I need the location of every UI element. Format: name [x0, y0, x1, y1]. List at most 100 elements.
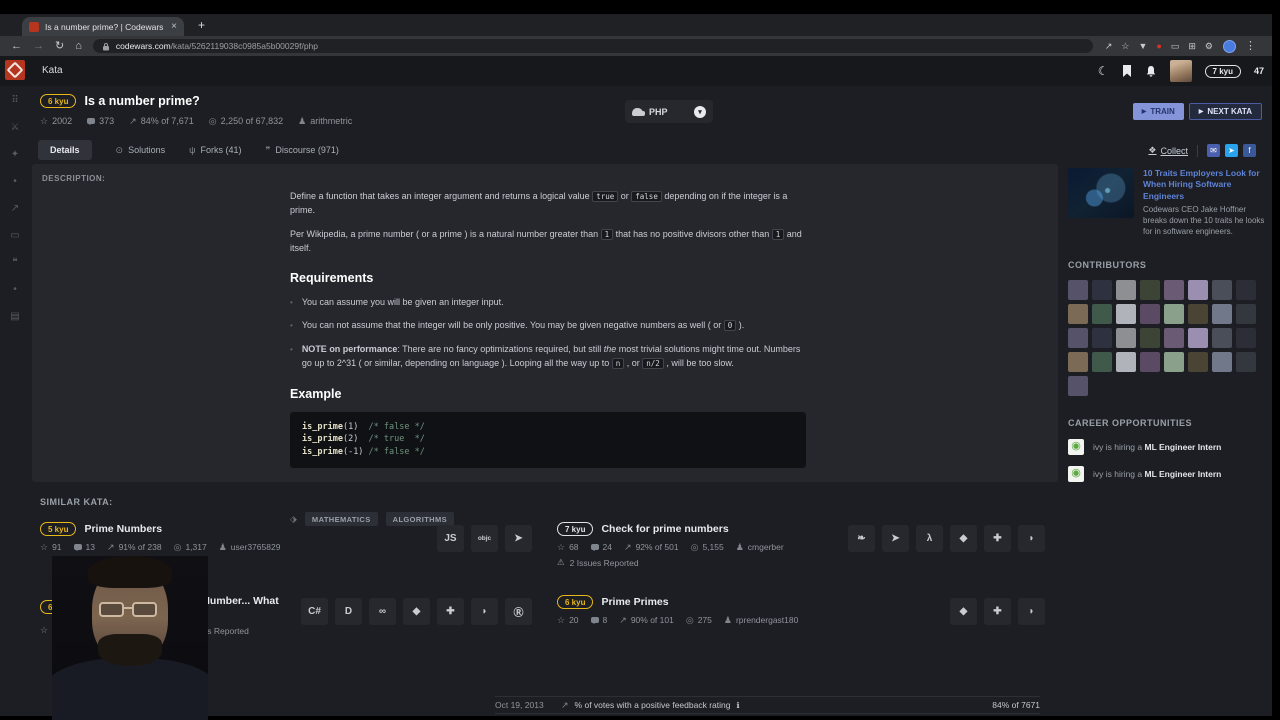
chat-icon[interactable]: ❝ [12, 258, 17, 268]
cast-icon[interactable]: ▭ [1171, 41, 1180, 51]
stat-user[interactable]: ♟ rprendergast180 [724, 615, 798, 625]
contributor-avatar[interactable] [1188, 303, 1208, 324]
language-icon-csharp[interactable]: C# [301, 598, 328, 625]
new-tab-button[interactable]: + [198, 18, 205, 32]
chevron-down-icon[interactable]: ▾ [694, 105, 706, 118]
language-icon-stone[interactable]: ◗ [471, 598, 498, 625]
language-icon-js[interactable]: JS [437, 525, 464, 552]
browser-profile-avatar[interactable] [1223, 39, 1236, 53]
info-icon[interactable]: ℹ [736, 701, 739, 710]
contributor-avatar[interactable] [1164, 279, 1184, 300]
language-icon-plus[interactable]: ✚ [984, 598, 1011, 625]
stats-icon[interactable]: ↗ [11, 204, 19, 214]
contributor-avatar[interactable] [1140, 327, 1160, 348]
contributor-avatar[interactable] [1188, 327, 1208, 348]
extension-red-icon[interactable]: ● [1156, 41, 1161, 51]
back-icon[interactable]: ← [11, 40, 22, 52]
bookmark-icon[interactable] [1122, 65, 1132, 77]
contributor-avatar[interactable] [1092, 279, 1112, 300]
contributor-avatar[interactable] [1140, 351, 1160, 372]
dot-icon[interactable]: • [13, 177, 17, 187]
codewars-logo-icon[interactable] [5, 60, 25, 80]
tab-solutions[interactable]: ⊙ Solutions [116, 145, 166, 156]
similar-kata-title[interactable]: Prime Numbers [84, 523, 162, 535]
contributor-avatar[interactable] [1212, 303, 1232, 324]
home-icon[interactable]: ⌂ [75, 40, 82, 52]
user-avatar[interactable] [1169, 60, 1192, 82]
contributor-avatar[interactable] [1212, 279, 1232, 300]
stat-user[interactable]: ♟ cmgerber [736, 542, 784, 552]
language-icon-d[interactable]: D [335, 598, 362, 625]
contributor-avatar[interactable] [1092, 351, 1112, 372]
language-icon-swift[interactable]: ➤ [505, 525, 532, 552]
stat-user[interactable]: ♟ arithmetric [298, 116, 352, 126]
language-icon-plus[interactable]: ✚ [437, 598, 464, 625]
apps-grid-icon[interactable]: ⊞ [1188, 41, 1196, 51]
forward-icon[interactable]: → [33, 40, 44, 52]
bookmark-star-icon[interactable]: ☆ [1121, 41, 1129, 51]
grip-icon[interactable]: ⠿ [11, 96, 18, 106]
language-icon-stone[interactable]: ◗ [1018, 598, 1045, 625]
language-icon-node[interactable]: ◆ [950, 598, 977, 625]
contributor-avatar[interactable] [1164, 327, 1184, 348]
dot-icon[interactable]: • [13, 285, 17, 295]
contributor-avatar[interactable] [1188, 279, 1208, 300]
next-kata-button[interactable]: ▶ NEXT KATA [1188, 103, 1262, 120]
contributor-avatar[interactable] [1068, 375, 1088, 396]
language-selector[interactable]: PHP ▾ [625, 100, 713, 123]
contributor-avatar[interactable] [1140, 303, 1160, 324]
contributor-avatar[interactable] [1188, 351, 1208, 372]
contributor-avatar[interactable] [1140, 279, 1160, 300]
language-icon-node[interactable]: ◆ [403, 598, 430, 625]
language-icon-stone[interactable]: ◗ [1018, 525, 1045, 552]
contributor-avatar[interactable] [1068, 279, 1088, 300]
language-icon-haskell[interactable]: λ [916, 525, 943, 552]
language-icon-objc[interactable]: objc [471, 525, 498, 552]
contributor-avatar[interactable] [1068, 351, 1088, 372]
language-icon-crystal[interactable]: ❧ [848, 525, 875, 552]
contributor-avatar[interactable] [1068, 327, 1088, 348]
contributor-avatar[interactable] [1236, 303, 1256, 324]
reload-icon[interactable]: ↻ [55, 40, 64, 52]
language-icon-plus[interactable]: ✚ [984, 525, 1011, 552]
contributor-avatar[interactable] [1092, 303, 1112, 324]
contributor-avatar[interactable] [1164, 303, 1184, 324]
contributor-avatar[interactable] [1092, 327, 1112, 348]
contributor-avatar[interactable] [1212, 351, 1232, 372]
contributor-avatar[interactable] [1236, 351, 1256, 372]
share-icon[interactable]: ↗ [1105, 41, 1113, 51]
docs-icon[interactable]: ▤ [10, 312, 19, 322]
contributor-avatar[interactable] [1236, 327, 1256, 348]
contributor-avatar[interactable] [1116, 327, 1136, 348]
address-bar[interactable]: codewars.com/kata/5262119038c0985a5b0002… [92, 39, 1093, 53]
tab-discourse[interactable]: ❞ Discourse (971) [266, 145, 339, 156]
sword-icon[interactable]: ⚔ [11, 123, 20, 133]
collect-button[interactable]: ❖ Collect [1148, 145, 1188, 156]
stat-user[interactable]: ♟ user3765829 [219, 542, 281, 552]
user-rank-badge[interactable]: 7 kyu [1204, 64, 1241, 78]
extensions-puzzle-icon[interactable]: ⚙ [1205, 41, 1213, 51]
tab-forks[interactable]: ψ Forks (41) [189, 145, 241, 155]
similar-kata-title[interactable]: Check for prime numbers [601, 523, 728, 535]
contributor-avatar[interactable] [1236, 279, 1256, 300]
career-listing[interactable]: ◉ ivy is hiring a ML Engineer Intern [1068, 438, 1272, 455]
tab-details[interactable]: Details [38, 140, 92, 160]
facebook-icon[interactable]: f [1243, 144, 1256, 157]
language-icon-swift[interactable]: ➤ [882, 525, 909, 552]
contributor-avatar[interactable] [1164, 351, 1184, 372]
contributor-avatar[interactable] [1212, 327, 1232, 348]
language-icon-r[interactable]: Ⓡ [505, 598, 532, 625]
kebab-menu-icon[interactable]: ⋮ [1245, 40, 1256, 52]
sponsor-title-link[interactable]: 10 Traits Employers Look for When Hiring… [1143, 168, 1272, 202]
contributor-avatar[interactable] [1116, 351, 1136, 372]
sponsor-thumbnail[interactable] [1068, 168, 1134, 218]
email-icon[interactable]: ✉ [1207, 144, 1220, 157]
contributor-avatar[interactable] [1116, 303, 1136, 324]
language-icon-node[interactable]: ◆ [950, 525, 977, 552]
browser-tab[interactable]: Is a number prime? | Codewars × [22, 17, 184, 36]
contributor-avatar[interactable] [1068, 303, 1088, 324]
career-listing[interactable]: ◉ ivy is hiring a ML Engineer Intern [1068, 465, 1272, 482]
dark-mode-moon-icon[interactable]: ☾ [1098, 64, 1109, 78]
tab-close-icon[interactable]: × [171, 21, 177, 32]
twitter-icon[interactable]: ➤ [1225, 144, 1238, 157]
